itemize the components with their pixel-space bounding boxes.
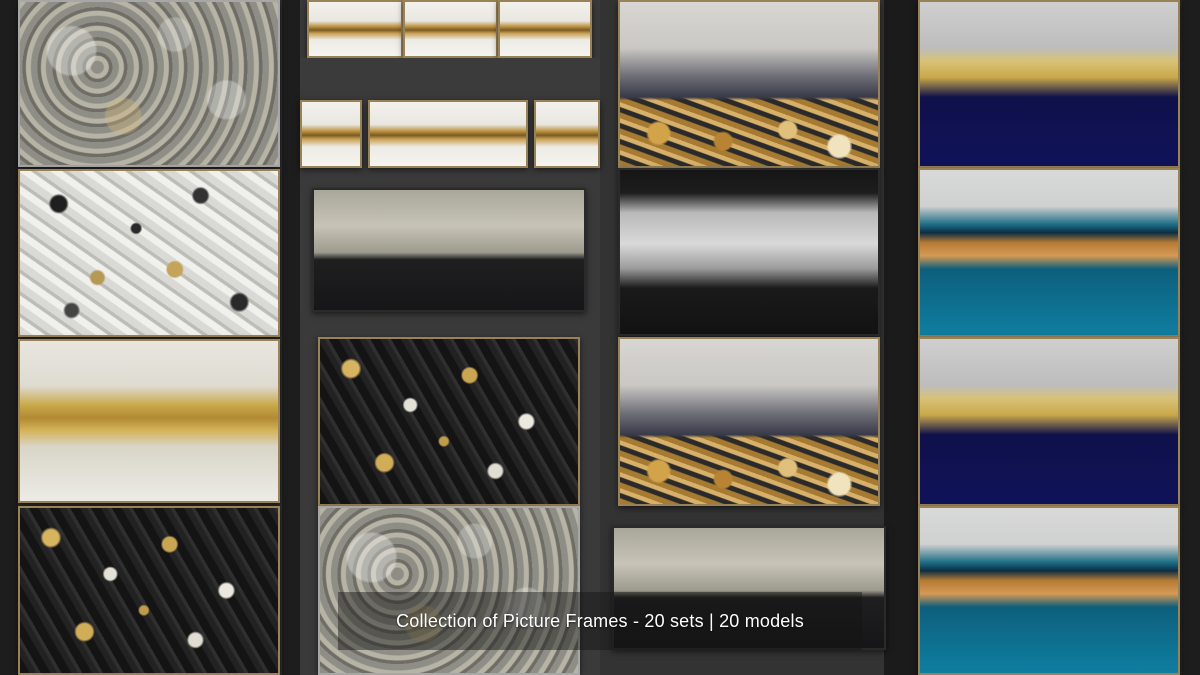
artwork-teal-gold-bottom (918, 506, 1180, 675)
artwork-silver-pebble (18, 0, 280, 167)
column-divider-1 (282, 0, 300, 675)
artwork-navy-gold-top (918, 0, 1180, 168)
shelf-gap (300, 58, 600, 90)
triptych-top-panel-1 (307, 0, 403, 58)
triptych-top-panel-2 (403, 0, 498, 58)
artwork-black-gold-square (318, 337, 580, 506)
caption-banner: Collection of Picture Frames - 20 sets |… (338, 592, 862, 650)
left-edge (0, 0, 18, 675)
artwork-white-black-fleck (18, 169, 280, 337)
column-divider-3 (884, 0, 920, 675)
triptych-mid-panel-3 (534, 100, 600, 168)
triptych-mid-panel-2 (368, 100, 528, 168)
artwork-gray-gold-dots-bottom (618, 337, 880, 506)
artwork-teal-gold-top (918, 168, 1180, 337)
artwork-navy-gold-bottom (918, 337, 1180, 506)
artwork-silver-black-drip (312, 188, 586, 312)
artwork-silver-black-wave (618, 168, 880, 336)
triptych-top-panel-3 (498, 0, 592, 58)
triptych-mid-panel-1 (300, 100, 362, 168)
artwork-black-gold-splatter (18, 506, 280, 675)
caption-text: Collection of Picture Frames - 20 sets |… (396, 610, 804, 631)
right-edge (1182, 0, 1200, 675)
artwork-gold-band (18, 339, 280, 503)
artwork-gray-gold-dots-top (618, 0, 880, 168)
